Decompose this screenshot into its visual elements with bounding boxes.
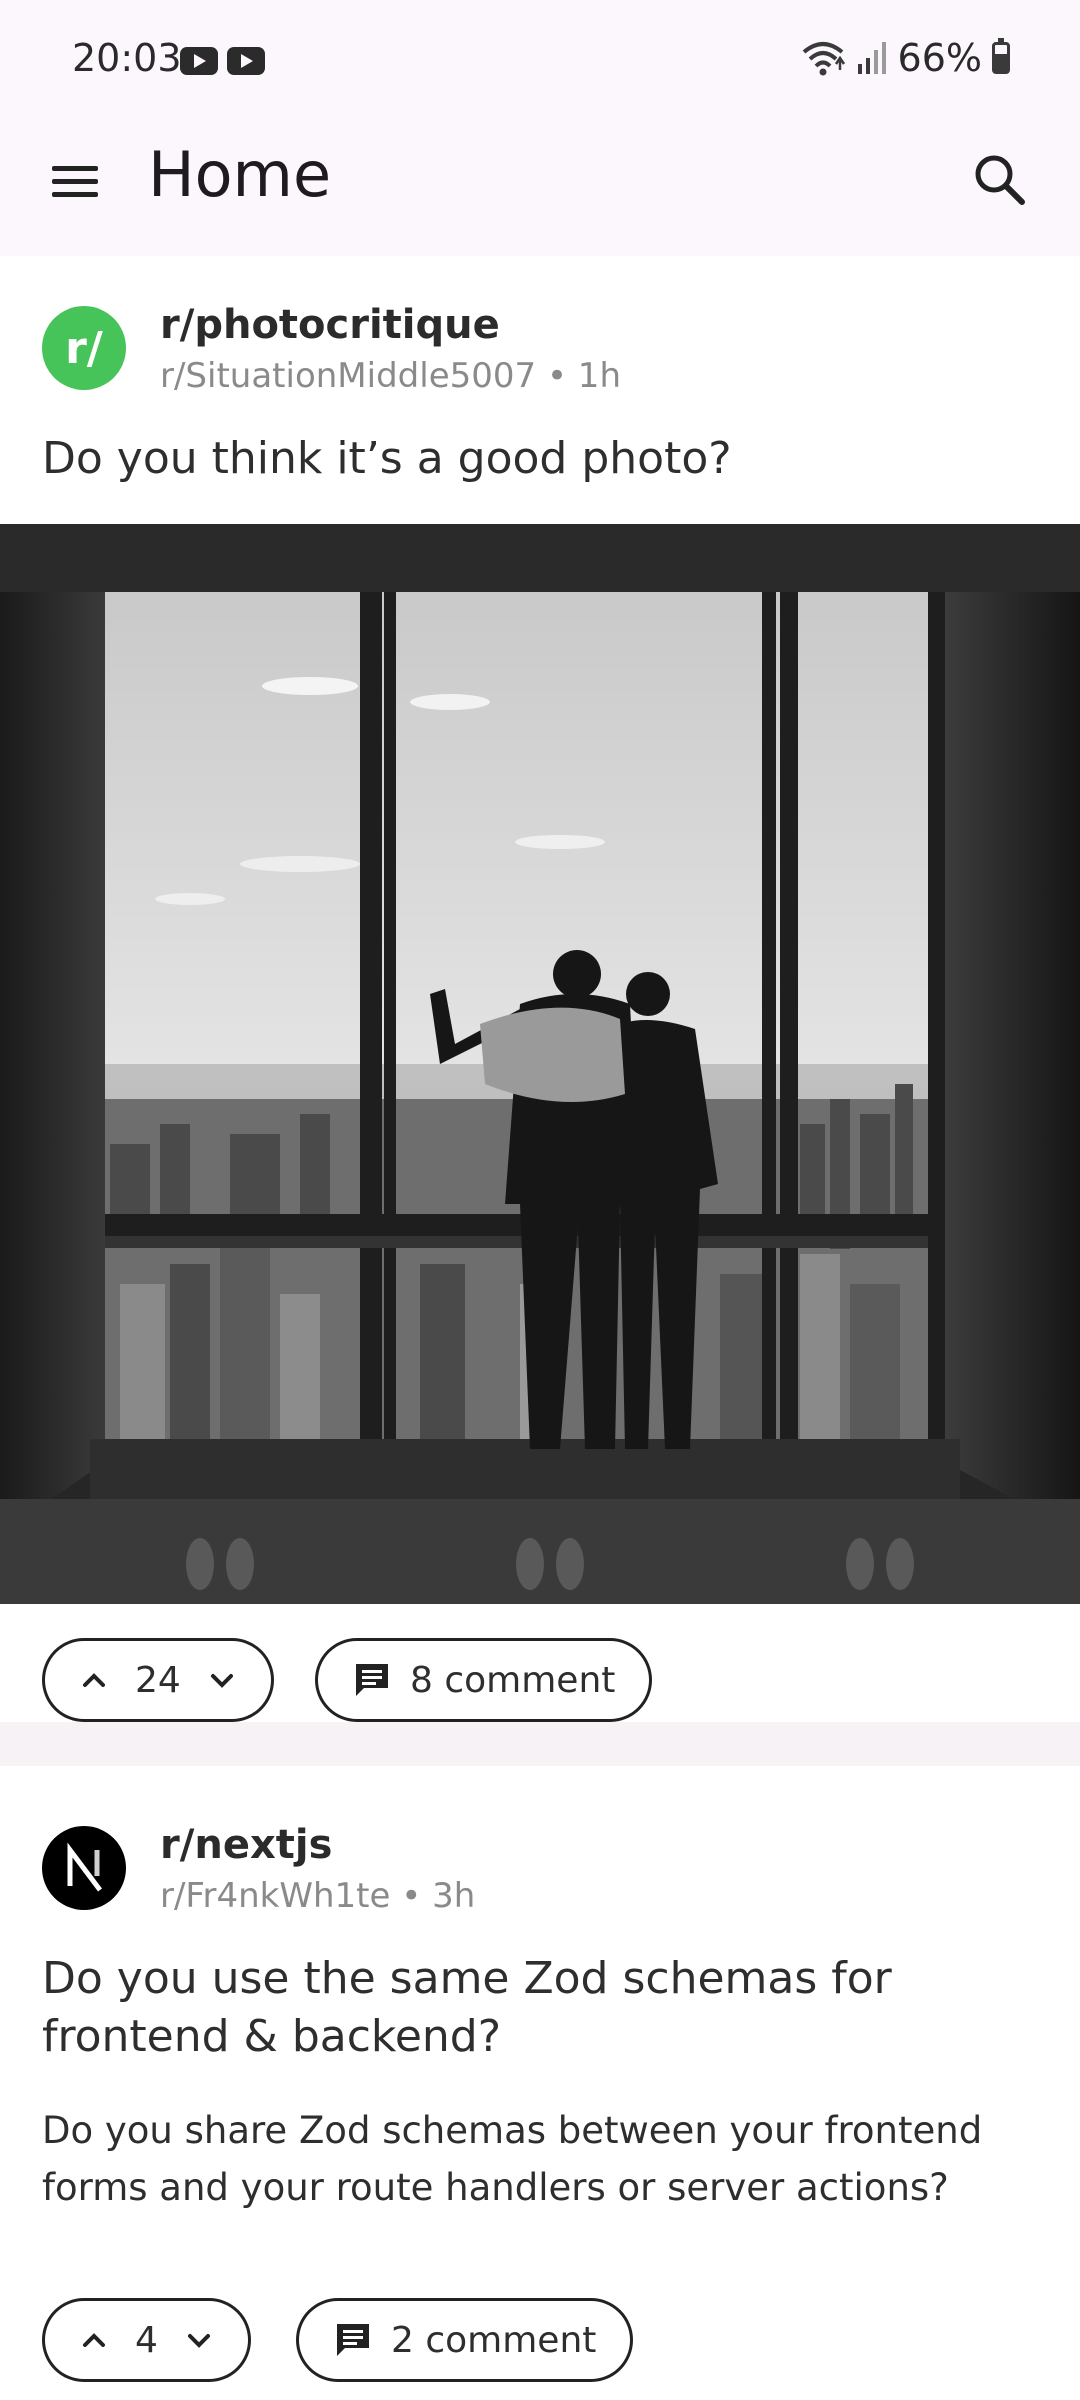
post-body: Do you share Zod schemas between your fr… bbox=[42, 2109, 983, 2209]
upvote-chevron-up-icon[interactable] bbox=[79, 1665, 109, 1695]
comment-icon bbox=[356, 1664, 388, 1696]
vote-control: 4 bbox=[42, 2298, 251, 2382]
status-time: 20:03 bbox=[72, 36, 182, 80]
status-right: 66% bbox=[800, 36, 1010, 80]
comments-button[interactable]: 8 comment bbox=[315, 1638, 653, 1722]
wifi-icon bbox=[802, 42, 845, 76]
subreddit-avatar[interactable]: r/ bbox=[42, 306, 126, 390]
post-image[interactable] bbox=[0, 524, 1080, 1604]
subreddit-name[interactable]: r/photocritique bbox=[160, 302, 500, 348]
youtube-icon bbox=[227, 47, 265, 75]
search-icon[interactable] bbox=[964, 144, 1036, 216]
upvote-chevron-up-icon[interactable] bbox=[79, 2325, 109, 2355]
post-meta: r/SituationMiddle5007 • 1h bbox=[160, 356, 621, 396]
post-meta: r/Fr4nkWh1te • 3h bbox=[160, 1876, 476, 1916]
vote-count: 24 bbox=[135, 1659, 181, 1701]
post-card[interactable]: r/nextjs r/Fr4nkWh1te • 3h Do you use th… bbox=[0, 1766, 1080, 2400]
comments-button[interactable]: 2 comment bbox=[296, 2298, 634, 2382]
post-card[interactable]: r/ r/photocritique r/SituationMiddle5007… bbox=[0, 256, 1080, 1722]
downvote-chevron-down-icon[interactable] bbox=[207, 1665, 237, 1695]
signal-icon bbox=[857, 42, 886, 74]
nextjs-logo-icon bbox=[44, 1828, 124, 1908]
subreddit-name[interactable]: r/nextjs bbox=[160, 1822, 332, 1868]
page-title: Home bbox=[148, 138, 332, 211]
vote-control: 24 bbox=[42, 1638, 274, 1722]
status-bar: 20:03 66% bbox=[0, 0, 1080, 120]
subreddit-avatar[interactable] bbox=[42, 1826, 126, 1910]
menu-icon[interactable] bbox=[44, 150, 104, 210]
comment-icon bbox=[337, 2324, 369, 2356]
app-bar: Home bbox=[0, 120, 1080, 256]
battery-charging-icon bbox=[992, 38, 1010, 74]
comment-count: 2 comment bbox=[391, 2319, 597, 2361]
post-title[interactable]: Do you use the same Zod schemas for fron… bbox=[42, 1950, 1040, 2066]
post-title[interactable]: Do you think it’s a good photo? bbox=[42, 430, 1040, 488]
comment-count: 8 comment bbox=[410, 1659, 616, 1701]
youtube-icon bbox=[180, 47, 218, 75]
vote-count: 4 bbox=[135, 2319, 158, 2361]
battery-percentage: 66% bbox=[897, 36, 982, 80]
downvote-chevron-down-icon[interactable] bbox=[184, 2325, 214, 2355]
